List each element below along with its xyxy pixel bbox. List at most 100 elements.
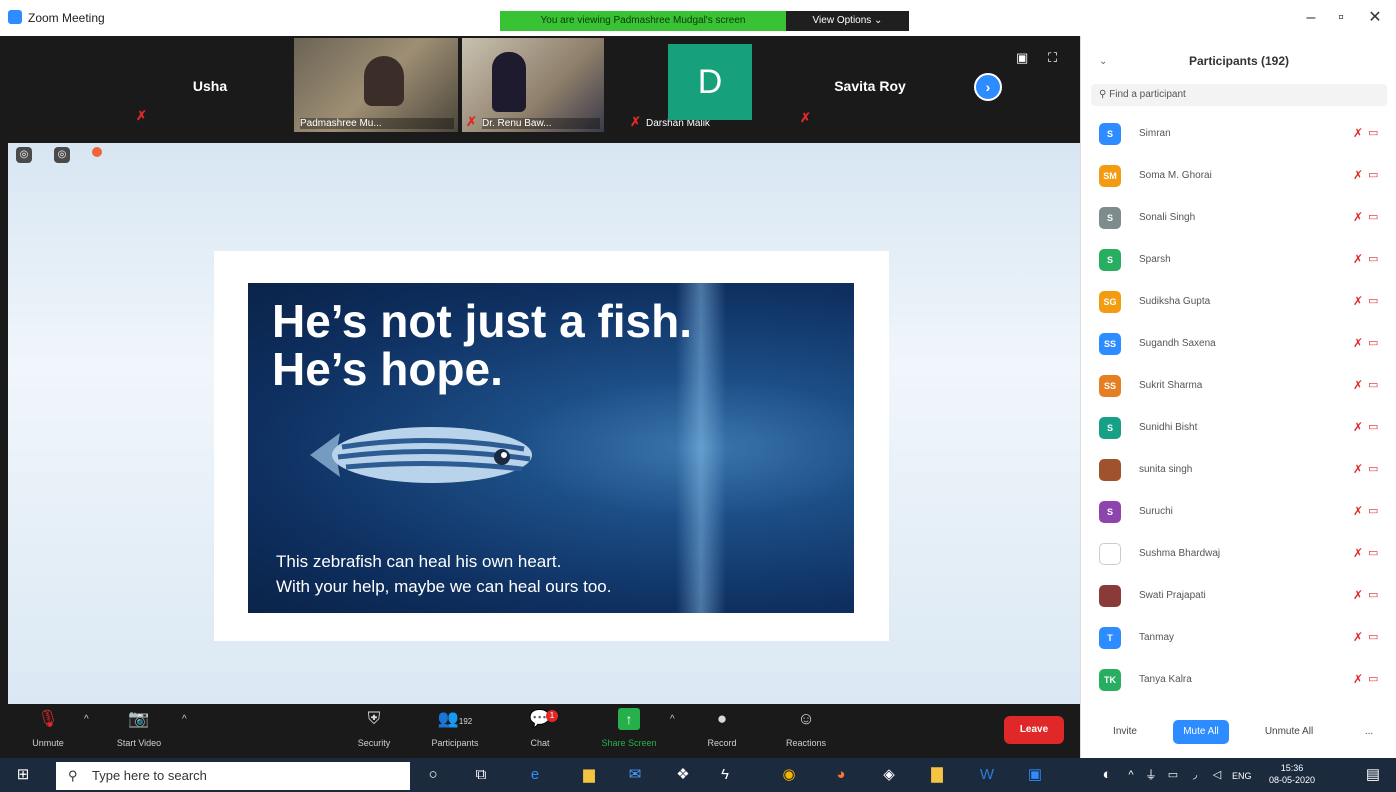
zoom-taskbar-icon[interactable]: ▣ [1024,764,1046,786]
participant-row[interactable]: S Sunidhi Bisht ✗ ▭ [1081,407,1396,449]
close-icon[interactable]: ✕ [1360,10,1390,26]
mic-muted-icon: ✗ [1353,504,1364,518]
share-screen-label: Share Screen [601,738,657,748]
participant-row[interactable]: TK Tanya Kalra ✗ ▭ [1081,659,1396,701]
zoom-out-icon[interactable]: ◎ [16,147,32,163]
participant-row[interactable]: Sushma Bhardwaj ✗ ▭ [1081,533,1396,575]
person-silhouette [364,56,404,106]
participants-button[interactable]: 👥192 Participants [420,708,490,748]
firefox-icon[interactable]: ◕ [830,764,852,786]
participant-row[interactable]: S Sparsh ✗ ▭ [1081,239,1396,281]
file-explorer-icon[interactable]: ▆ [578,764,600,786]
clock[interactable]: 15:36 08-05-2020 [1266,762,1318,786]
start-video-button[interactable]: 📷 Start Video [114,708,164,748]
next-page-arrow-icon[interactable]: › [974,73,1002,101]
participant-row[interactable]: SS Sugandh Saxena ✗ ▭ [1081,323,1396,365]
windows-start-icon[interactable]: ⊞ [12,764,34,786]
zoom-in-icon[interactable]: ◎ [54,147,70,163]
sticky-notes-icon[interactable]: ▇ [926,764,948,786]
participants-title: Participants (192) [1188,54,1290,68]
audio-options-caret-icon[interactable]: ^ [84,714,89,725]
clock-date: 08-05-2020 [1268,775,1316,785]
video-strip: Usha ✗ Padmashree Mu... Dr. Renu Baw... … [0,36,1080,143]
battery-icon[interactable]: ▭ [1162,764,1184,786]
volume-icon[interactable]: ◁ [1206,764,1228,786]
slide: He’s not just a fish. He’s hope. This ze… [248,283,854,613]
security-button[interactable]: ⛨ Security [352,708,396,748]
panel-footer: Invite Mute All Unmute All ... [1081,708,1396,758]
notifications-icon[interactable]: ▤ [1362,764,1384,786]
search-placeholder: Find a participant [1109,89,1186,100]
video-tile[interactable]: Usha ✗ [130,38,290,132]
taskbar-search-input[interactable]: ⚲ Type here to search [56,762,410,790]
mute-all-button[interactable]: Mute All [1173,720,1229,744]
participant-avatar: S [1099,501,1121,523]
participants-panel: ⌄ Participants (192) ⚲ Find a participan… [1080,36,1396,758]
participant-row[interactable]: Swati Prajapati ✗ ▭ [1081,575,1396,617]
usb-icon[interactable]: ⏚ [1140,764,1162,786]
zoom-logo-icon [8,10,22,24]
camera-off-icon: ▭ [1368,379,1379,391]
participant-row[interactable]: SS Sukrit Sharma ✗ ▭ [1081,365,1396,407]
participant-row[interactable]: SM Soma M. Ghorai ✗ ▭ [1081,155,1396,197]
participant-search-input[interactable]: ⚲ Find a participant [1091,84,1387,106]
start-video-label: Start Video [116,738,162,748]
mic-muted-icon: ✗ [1353,336,1364,350]
task-view-icon[interactable]: ⧉ [470,764,492,786]
people-icon: 👥192 [437,709,473,728]
word-icon[interactable]: W [976,764,998,786]
participant-row[interactable]: S Simran ✗ ▭ [1081,113,1396,155]
security-label: Security [357,738,391,748]
restore-icon[interactable]: ▫ [1326,10,1356,26]
edge-browser-icon[interactable]: e [524,764,546,786]
caption-line-2: With your help, maybe we can heal ours t… [276,577,612,596]
video-tile[interactable]: Padmashree Mu... [294,38,458,132]
fullscreen-icon[interactable]: ⛶ [1048,50,1057,66]
chat-button[interactable]: 💬 1 Chat [520,708,560,748]
cortana-icon[interactable]: ○ [422,764,444,786]
chrome-icon[interactable]: ◉ [778,764,800,786]
record-button[interactable]: ● Record [700,708,744,748]
mail-icon[interactable]: ✉ [624,764,646,786]
title-bar: Zoom Meeting You are viewing Padmashree … [0,0,1396,36]
participant-avatar: SM [1099,165,1121,187]
share-screen-button[interactable]: ↑ Share Screen [594,708,664,748]
participant-name: Sugandh Saxena [1139,338,1216,349]
participant-name: Sushma Bhardwaj [1139,548,1221,559]
view-options-button[interactable]: View Options ⌄ [786,11,909,31]
participant-name: Dr. Renu Baw... [482,118,600,129]
record-label: Record [707,738,737,748]
participant-row[interactable]: S Suruchi ✗ ▭ [1081,491,1396,533]
reactions-button[interactable]: ☺ Reactions [776,708,836,748]
mic-muted-icon: ✗ [1353,672,1364,686]
participant-name: Swati Prajapati [1139,590,1206,601]
video-tile[interactable]: Dr. Renu Baw... ✗ [462,38,604,132]
tray-app-icon[interactable]: ◐ [1096,764,1118,786]
share-options-caret-icon[interactable]: ^ [670,714,675,725]
video-tile[interactable]: Savita Roy ✗ [790,38,950,132]
lightning-app-icon[interactable]: ϟ [714,764,736,786]
language-indicator[interactable]: ENG [1232,770,1252,782]
swap-view-icon[interactable]: ▣ [1016,50,1028,66]
camera-off-icon: ▭ [1368,589,1379,601]
participant-avatar: S [1099,249,1121,271]
participant-row[interactable]: SG Sudiksha Gupta ✗ ▭ [1081,281,1396,323]
app-icon[interactable]: ◈ [878,764,900,786]
unmute-button[interactable]: 🎙 Unmute [28,708,68,748]
participant-avatar [1099,585,1121,607]
show-hidden-icons-icon[interactable]: ^ [1120,764,1142,786]
unmute-all-button[interactable]: Unmute All [1257,720,1321,744]
reactions-label: Reactions [785,738,827,748]
leave-button[interactable]: Leave [1004,716,1064,744]
wifi-icon[interactable]: ◞ [1184,764,1206,786]
minimize-icon[interactable]: – [1296,10,1326,26]
participant-row[interactable]: sunita singh ✗ ▭ [1081,449,1396,491]
participant-row[interactable]: T Tanmay ✗ ▭ [1081,617,1396,659]
participant-row[interactable]: S Sonali Singh ✗ ▭ [1081,197,1396,239]
mic-muted-icon: ✗ [136,108,147,123]
search-icon: ⚲ [68,768,78,783]
video-options-caret-icon[interactable]: ^ [182,714,187,725]
invite-button[interactable]: Invite [1105,720,1145,744]
more-options-button[interactable]: ... [1357,720,1381,744]
dropbox-icon[interactable]: ❖ [672,764,694,786]
